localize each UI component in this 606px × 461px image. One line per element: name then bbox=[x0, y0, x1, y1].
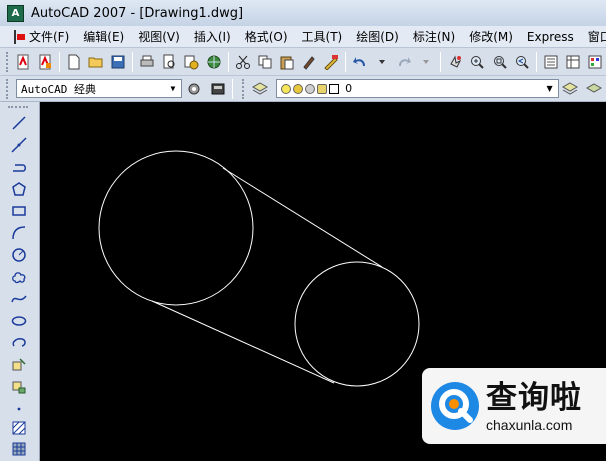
polygon-icon[interactable] bbox=[9, 179, 29, 199]
viewport-freeze-icon[interactable] bbox=[305, 83, 316, 94]
line-icon[interactable] bbox=[9, 113, 29, 133]
watermark-url: chaxunla.com bbox=[486, 417, 573, 433]
new-file-icon[interactable] bbox=[64, 51, 84, 73]
menu-window[interactable]: 窗口(W) bbox=[581, 28, 606, 45]
menu-format[interactable]: 格式(O) bbox=[238, 28, 295, 45]
layer-manager-icon[interactable] bbox=[249, 78, 271, 100]
block-editor-icon[interactable] bbox=[321, 51, 341, 73]
toolbar-separator bbox=[132, 51, 134, 72]
make-object-layer-current-icon[interactable] bbox=[560, 78, 582, 100]
workspace-select[interactable]: AutoCAD 经典 ▼ bbox=[15, 79, 182, 98]
toolbar-grip[interactable] bbox=[8, 106, 28, 109]
search-logo-icon bbox=[431, 382, 479, 430]
toolbar-separator bbox=[440, 51, 442, 72]
toolbar-grip[interactable] bbox=[6, 51, 9, 72]
polyline-icon[interactable] bbox=[9, 157, 29, 177]
zoom-window-icon[interactable] bbox=[489, 51, 509, 73]
title-bar: A AutoCAD 2007 - [Drawing1.dwg] bbox=[0, 0, 606, 26]
toolbar-separator bbox=[227, 51, 229, 72]
circle-icon[interactable] bbox=[9, 245, 29, 265]
zoom-realtime-icon[interactable] bbox=[467, 51, 487, 73]
large-circle[interactable] bbox=[98, 150, 254, 306]
menu-insert[interactable]: 插入(I) bbox=[187, 28, 238, 45]
small-circle[interactable] bbox=[294, 261, 420, 387]
point-icon[interactable] bbox=[9, 399, 29, 419]
lock-icon[interactable] bbox=[317, 83, 328, 94]
paste-icon[interactable] bbox=[277, 51, 297, 73]
chevron-down-icon[interactable]: ▼ bbox=[166, 81, 180, 96]
ellipse-icon[interactable] bbox=[9, 311, 29, 331]
redo-dropdown-icon[interactable] bbox=[416, 51, 436, 73]
undo-dropdown-icon[interactable] bbox=[372, 51, 392, 73]
toolbar-separator bbox=[535, 51, 537, 72]
pan-realtime-icon[interactable] bbox=[445, 51, 465, 73]
arc-icon[interactable] bbox=[9, 223, 29, 243]
print-preview-icon[interactable] bbox=[159, 51, 179, 73]
layer-previous-icon[interactable] bbox=[583, 78, 605, 100]
menu-file[interactable]: 文件(F) bbox=[22, 28, 76, 45]
sun-icon[interactable] bbox=[293, 83, 304, 94]
standard-toolbar bbox=[0, 48, 606, 76]
lightbulb-icon[interactable] bbox=[281, 83, 292, 94]
menu-modify[interactable]: 修改(M) bbox=[462, 28, 520, 45]
autocad-app-icon[interactable]: A bbox=[7, 4, 24, 22]
match-properties-icon[interactable] bbox=[299, 51, 319, 73]
tool-palettes-icon[interactable] bbox=[585, 51, 605, 73]
toolbar-separator bbox=[59, 51, 61, 72]
revision-cloud-icon[interactable] bbox=[9, 267, 29, 287]
toolbar-grip[interactable] bbox=[6, 78, 9, 99]
pdf-icon[interactable] bbox=[13, 51, 33, 73]
menu-express[interactable]: Express bbox=[520, 30, 581, 44]
save-icon[interactable] bbox=[108, 51, 128, 73]
chevron-down-icon[interactable]: ▼ bbox=[543, 81, 557, 96]
workspace-settings-icon[interactable] bbox=[183, 78, 205, 100]
workspaces-layers-toolbar: AutoCAD 经典 ▼ 0 ▼ bbox=[0, 76, 606, 102]
cut-icon[interactable] bbox=[233, 51, 253, 73]
layer-name: 0 bbox=[345, 82, 353, 95]
lower-tangent-line[interactable] bbox=[151, 300, 335, 384]
menu-tools[interactable]: 工具(T) bbox=[295, 28, 350, 45]
pdf-export-icon[interactable] bbox=[35, 51, 55, 73]
menu-edit[interactable]: 编辑(E) bbox=[76, 28, 131, 45]
gradient-icon[interactable] bbox=[9, 439, 29, 459]
toolbar-grip[interactable] bbox=[242, 78, 245, 99]
workspace-select-value: AutoCAD 经典 bbox=[20, 82, 96, 96]
construction-line-icon[interactable] bbox=[9, 135, 29, 155]
layer-select[interactable]: 0 ▼ bbox=[276, 79, 559, 98]
rectangle-icon[interactable] bbox=[9, 201, 29, 221]
ellipse-arc-icon[interactable] bbox=[9, 333, 29, 353]
properties-icon[interactable] bbox=[541, 51, 561, 73]
window-title: AutoCAD 2007 - [Drawing1.dwg] bbox=[31, 5, 244, 21]
upper-tangent-line[interactable] bbox=[222, 167, 383, 268]
menu-draw[interactable]: 绘图(D) bbox=[349, 28, 406, 45]
globe-icon[interactable] bbox=[204, 51, 224, 73]
open-folder-icon[interactable] bbox=[86, 51, 106, 73]
redo-icon[interactable] bbox=[394, 51, 414, 73]
watermark: 查询啦 chaxunla.com bbox=[422, 368, 606, 444]
undo-icon[interactable] bbox=[350, 51, 370, 73]
draw-toolbar bbox=[0, 102, 40, 461]
print-icon[interactable] bbox=[137, 51, 157, 73]
hatch-icon[interactable] bbox=[9, 418, 29, 438]
menu-bar: 文件(F) 编辑(E) 视图(V) 插入(I) 格式(O) 工具(T) 绘图(D… bbox=[0, 26, 606, 48]
publish-icon[interactable] bbox=[181, 51, 201, 73]
copy-icon[interactable] bbox=[255, 51, 275, 73]
spline-icon[interactable] bbox=[9, 289, 29, 309]
zoom-previous-icon[interactable] bbox=[512, 51, 532, 73]
menu-dimension[interactable]: 标注(N) bbox=[406, 28, 462, 45]
document-icon[interactable] bbox=[14, 29, 25, 44]
design-center-icon[interactable] bbox=[563, 51, 583, 73]
watermark-title: 查询啦 bbox=[486, 380, 582, 416]
my-workspace-icon[interactable] bbox=[207, 78, 229, 100]
make-block-icon[interactable] bbox=[9, 377, 29, 397]
menu-view[interactable]: 视图(V) bbox=[131, 28, 187, 45]
toolbar-separator bbox=[232, 78, 234, 99]
insert-block-icon[interactable] bbox=[9, 355, 29, 375]
toolbar-separator bbox=[345, 51, 346, 72]
layer-color-icon[interactable] bbox=[329, 83, 340, 94]
layer-state-icons bbox=[281, 83, 340, 94]
